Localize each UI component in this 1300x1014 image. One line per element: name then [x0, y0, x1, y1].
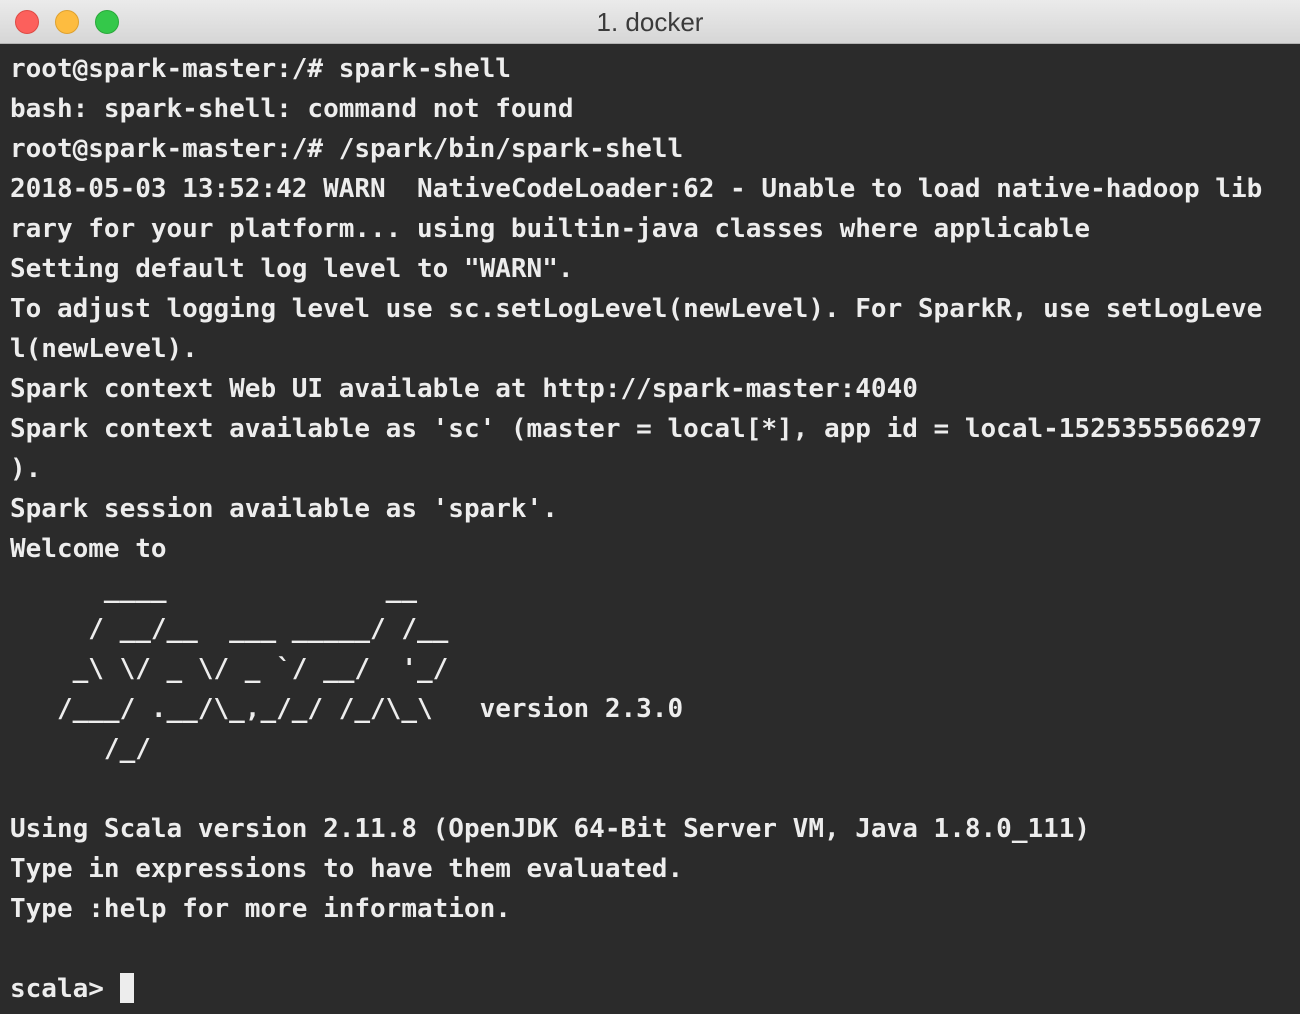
- terminal-line-adjust-1: To adjust logging level use sc.setLogLev…: [10, 294, 1263, 324]
- ascii-logo-line-4: /___/ .__/\_,_/_/ /_/\_\ version 2.3.0: [10, 694, 684, 724]
- terminal-line-web-ui: Spark context Web UI available at http:/…: [10, 374, 918, 404]
- terminal-line-warn-1: 2018-05-03 13:52:42 WARN NativeCodeLoade…: [10, 174, 1263, 204]
- terminal-line-help: Type :help for more information.: [10, 894, 511, 924]
- terminal-line-prompt-1: root@spark-master:/# spark-shell: [10, 54, 511, 84]
- terminal-line-error: bash: spark-shell: command not found: [10, 94, 574, 124]
- terminal-line-warn-2: rary for your platform... using builtin-…: [10, 214, 1091, 244]
- ascii-logo-line-1: ____ __: [10, 574, 417, 604]
- terminal-line-log-level: Setting default log level to "WARN".: [10, 254, 574, 284]
- terminal-line-scala-version: Using Scala version 2.11.8 (OpenJDK 64-B…: [10, 814, 1091, 844]
- terminal-line-prompt-2: root@spark-master:/# /spark/bin/spark-sh…: [10, 134, 684, 164]
- scala-prompt: scala>: [10, 974, 120, 1004]
- ascii-logo-line-2: / __/__ ___ _____/ /__: [10, 614, 449, 644]
- terminal-line-context-1: Spark context available as 'sc' (master …: [10, 414, 1263, 444]
- terminal-line-session: Spark session available as 'spark'.: [10, 494, 558, 524]
- ascii-logo-line-3: _\ \/ _ \/ _ `/ __/ '_/: [10, 654, 449, 684]
- title-bar: 1. docker: [0, 0, 1300, 44]
- terminal-line-context-2: ).: [10, 454, 42, 484]
- window-title: 1. docker: [596, 7, 704, 37]
- terminal-line-welcome: Welcome to: [10, 534, 167, 564]
- terminal-output[interactable]: root@spark-master:/# spark-shell bash: s…: [10, 49, 1295, 1009]
- terminal-line-type-expressions: Type in expressions to have them evaluat…: [10, 854, 684, 884]
- terminal-window: 1. docker root@spark-master:/# spark-she…: [0, 0, 1300, 1014]
- text-cursor: [119, 973, 134, 1003]
- scala-prompt-line[interactable]: scala>: [10, 969, 134, 1009]
- ascii-logo-line-5: /_/: [10, 734, 151, 764]
- terminal-line-adjust-2: l(newLevel).: [10, 334, 198, 364]
